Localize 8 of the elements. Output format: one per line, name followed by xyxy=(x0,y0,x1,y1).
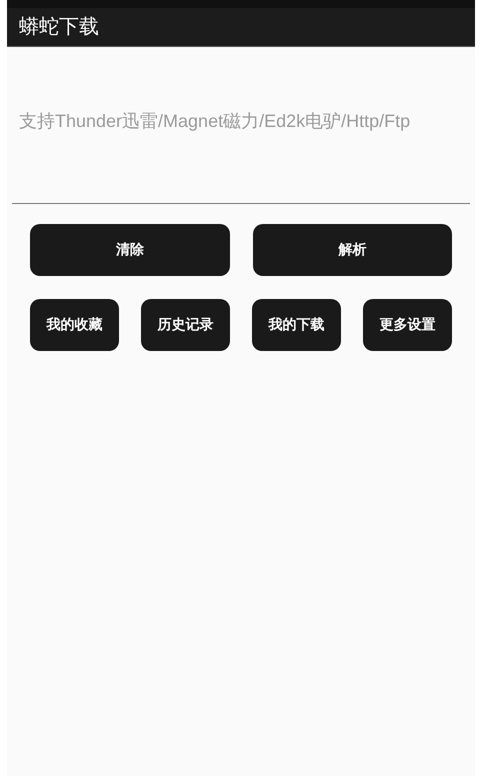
action-button[interactable]: 我的下载 xyxy=(252,299,341,351)
action-button[interactable]: 清除 xyxy=(30,224,230,276)
action-button[interactable]: 历史记录 xyxy=(141,299,230,351)
action-button[interactable]: 我的收藏 xyxy=(30,299,119,351)
app-title: 蟒蛇下载 xyxy=(19,15,99,39)
action-button[interactable]: 解析 xyxy=(252,224,452,276)
link-input-field[interactable]: 支持Thunder迅雷/Magnet磁力/Ed2k电驴/Http/Ftp xyxy=(12,105,470,204)
action-button[interactable]: 更多设置 xyxy=(363,299,452,351)
